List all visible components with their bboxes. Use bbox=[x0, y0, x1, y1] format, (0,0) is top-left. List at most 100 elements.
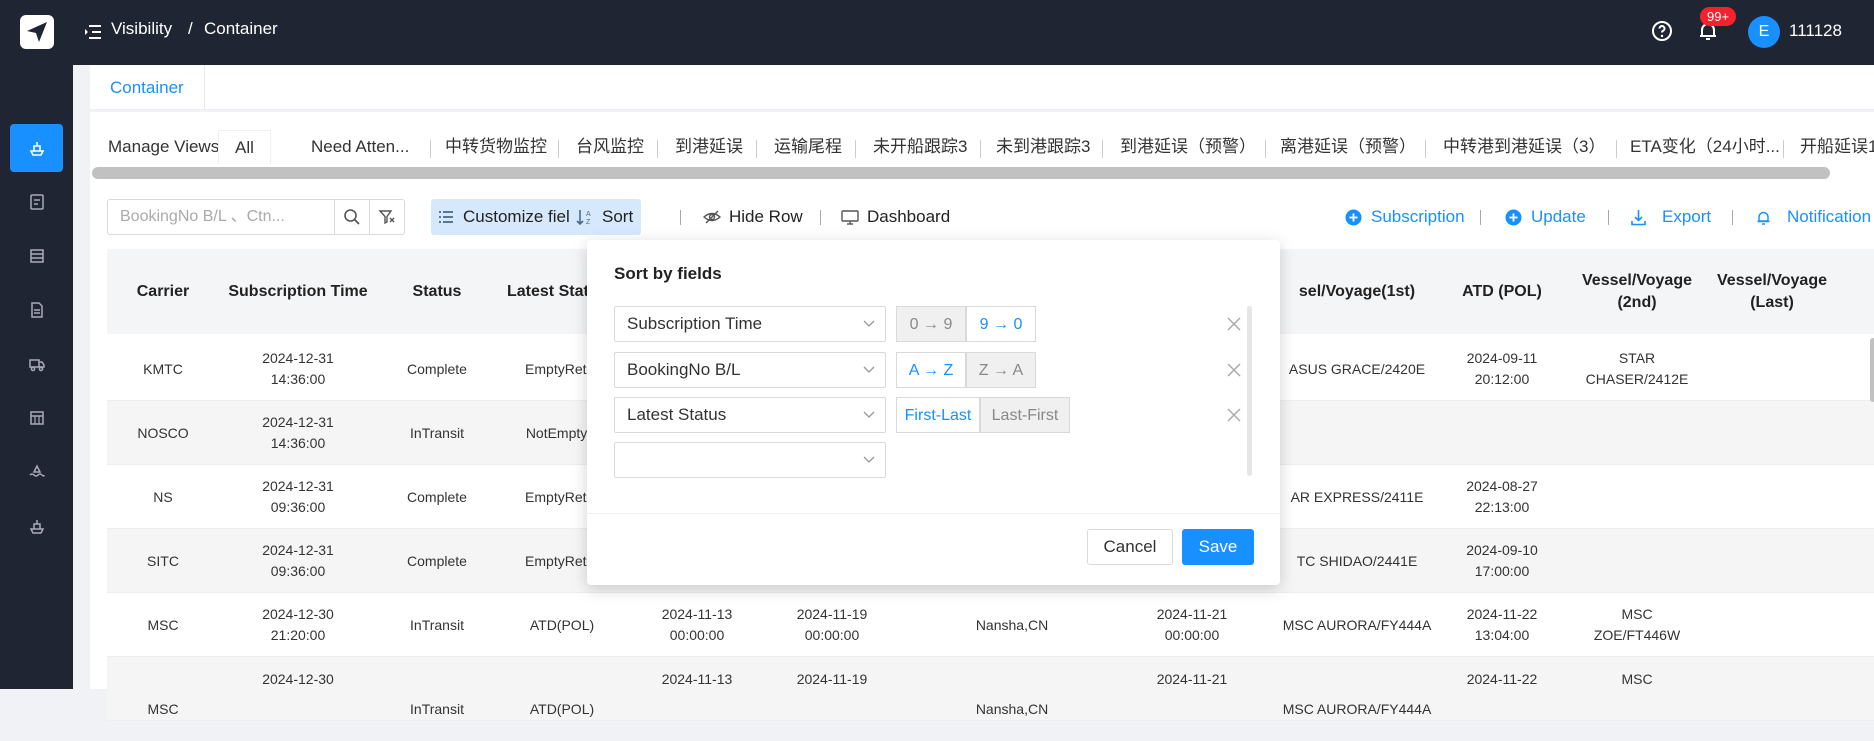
col-vessel-voyage-last[interactable]: Vessel/Voyage (Last) bbox=[1707, 249, 1837, 334]
cell-status: InTransit bbox=[410, 424, 464, 441]
close-icon[interactable] bbox=[1225, 406, 1243, 424]
col-carrier[interactable]: Carrier bbox=[107, 249, 219, 334]
sidebar-item-files[interactable] bbox=[10, 286, 63, 334]
svg-text:A: A bbox=[586, 211, 591, 218]
cancel-button[interactable]: Cancel bbox=[1087, 529, 1173, 565]
sort-asc-toggle-1[interactable]: 0 → 9 bbox=[896, 306, 966, 342]
sort-asc-toggle-2[interactable]: A → Z bbox=[896, 352, 966, 388]
col-atd-pol[interactable]: ATD (POL) bbox=[1427, 249, 1577, 334]
notification-button[interactable]: Notification bbox=[1755, 199, 1871, 235]
tab-eta-change[interactable]: ETA变化（24小时... bbox=[1630, 130, 1780, 164]
sidebar-item-truck[interactable] bbox=[10, 340, 63, 388]
update-button[interactable]: Update bbox=[1505, 199, 1586, 235]
bell-icon bbox=[1757, 211, 1770, 225]
cell-time: 20:12:00 bbox=[1474, 371, 1530, 387]
popup-scrollbar[interactable] bbox=[1247, 306, 1252, 476]
sidebar-item-list[interactable] bbox=[10, 232, 63, 280]
dashboard-button[interactable]: Dashboard bbox=[835, 199, 950, 235]
sort-desc-toggle-3[interactable]: Last-First bbox=[980, 397, 1070, 433]
subscription-button[interactable]: Subscription bbox=[1345, 199, 1465, 235]
truck-icon bbox=[29, 359, 45, 372]
chevron-down-icon bbox=[863, 366, 875, 373]
tab-transship-delay[interactable]: 中转港到港延误（3） bbox=[1443, 130, 1605, 164]
tab-departure-delay-warning[interactable]: 离港延误（预警） bbox=[1280, 130, 1416, 164]
sort-field-select-2[interactable]: BookingNo B/L bbox=[614, 352, 886, 388]
tab-last-leg[interactable]: 运输尾程 bbox=[774, 130, 842, 164]
sidebar-item-calendar[interactable] bbox=[10, 394, 63, 442]
export-button[interactable]: Export bbox=[1630, 199, 1711, 235]
sort-label: Sort bbox=[602, 207, 634, 226]
tab-not-sailed[interactable]: 未开船跟踪3 bbox=[873, 130, 967, 164]
sidebar-item-visibility[interactable] bbox=[10, 124, 63, 172]
cell-date: 2024-09-10 bbox=[1466, 542, 1538, 558]
sidebar-item-orders[interactable] bbox=[10, 178, 63, 226]
cell-vessel-1st: MSC AURORA/FY444A bbox=[1282, 700, 1432, 717]
cell-vessel-1st: TC SHIDAO/2441E bbox=[1296, 552, 1418, 569]
tab-divider bbox=[1265, 140, 1266, 158]
calendar-icon bbox=[30, 411, 44, 425]
menu-fold-icon[interactable] bbox=[82, 21, 104, 43]
plus-circle-icon bbox=[1345, 209, 1362, 226]
cell-carrier: NOSCO bbox=[137, 424, 189, 441]
filter-button[interactable] bbox=[369, 199, 405, 235]
close-icon[interactable] bbox=[1225, 361, 1243, 379]
ship-icon bbox=[29, 142, 45, 156]
tab-sailing-delay[interactable]: 开船延误1 bbox=[1800, 130, 1874, 164]
tab-need-attention[interactable]: Need Atten... bbox=[311, 130, 409, 164]
table-scrollbar[interactable] bbox=[1870, 338, 1874, 402]
sort-asc-toggle-3[interactable]: First-Last bbox=[896, 397, 980, 433]
cell-vessel-line: STAR bbox=[1618, 350, 1656, 366]
sort-desc-toggle-2[interactable]: Z → A bbox=[966, 352, 1036, 388]
sort-button[interactable]: AZ Sort bbox=[570, 199, 642, 235]
file-icon bbox=[31, 302, 43, 318]
cell-date: 2024-11-13 bbox=[661, 606, 733, 622]
save-button[interactable]: Save bbox=[1182, 529, 1254, 565]
cell-carrier: NS bbox=[153, 488, 173, 505]
avatar[interactable]: E bbox=[1748, 16, 1780, 48]
col-subscription-time[interactable]: Subscription Time bbox=[219, 249, 377, 334]
help-icon[interactable] bbox=[1650, 19, 1674, 43]
table-row[interactable]: MSC 2024-12-30 InTransit ATD(POL) 2024-1… bbox=[107, 657, 1874, 721]
cell-carrier: MSC bbox=[147, 700, 179, 717]
cell-date: 2024-12-31 bbox=[262, 542, 334, 558]
tab-divider bbox=[855, 140, 856, 158]
breadcrumb-visibility[interactable]: Visibility bbox=[111, 19, 172, 39]
cell-time: 21:20:00 bbox=[270, 627, 326, 643]
chevron-down-icon bbox=[863, 320, 875, 327]
sort-field-select-1[interactable]: Subscription Time bbox=[614, 306, 886, 342]
cell-status: InTransit bbox=[410, 700, 464, 717]
col-vessel-voyage-1st[interactable]: sel/Voyage(1st) bbox=[1272, 249, 1442, 334]
username[interactable]: 111128 bbox=[1789, 21, 1842, 41]
sidebar-item-vessel[interactable] bbox=[10, 502, 63, 550]
filter-clear-icon bbox=[378, 210, 395, 225]
subscription-label: Subscription bbox=[1371, 207, 1465, 226]
breadcrumb-separator: / bbox=[188, 19, 193, 38]
tab-typhoon-monitor[interactable]: 台风监控 bbox=[576, 130, 644, 164]
hide-row-button[interactable]: Hide Row bbox=[697, 199, 803, 235]
col-status[interactable]: Status bbox=[382, 249, 492, 334]
sidebar bbox=[0, 65, 73, 689]
search-button[interactable] bbox=[334, 199, 370, 235]
sort-desc-toggle-1[interactable]: 9 → 0 bbox=[966, 306, 1036, 342]
cell-carrier: MSC bbox=[147, 616, 179, 633]
cell-time: 00:00:00 bbox=[669, 627, 725, 643]
page-tab-container[interactable]: Container bbox=[90, 65, 205, 110]
cell-vessel-line: CHASER/2412E bbox=[1585, 371, 1689, 387]
manage-views-button[interactable]: Manage Views bbox=[108, 130, 219, 164]
tab-not-arrived[interactable]: 未到港跟踪3 bbox=[996, 130, 1090, 164]
sort-field-select-3[interactable]: Latest Status bbox=[614, 397, 886, 433]
col-vessel-voyage-2nd[interactable]: Vessel/Voyage (2nd) bbox=[1572, 249, 1702, 334]
tab-arrival-delay-warning[interactable]: 到港延误（预警） bbox=[1120, 130, 1256, 164]
search-input[interactable]: BookingNo B/L 、Ctn... bbox=[107, 199, 335, 235]
tabs-scrollbar[interactable] bbox=[92, 167, 1830, 179]
sort-field-select-4[interactable] bbox=[614, 442, 886, 478]
tab-all[interactable]: All bbox=[218, 130, 271, 164]
sidebar-item-ocean[interactable] bbox=[10, 448, 63, 496]
close-icon[interactable] bbox=[1225, 315, 1243, 333]
tab-transfer-monitor[interactable]: 中转货物监控 bbox=[445, 130, 547, 164]
tab-arrival-delay[interactable]: 到港延误 bbox=[675, 130, 743, 164]
cell-date-col: 2024-11-13 bbox=[661, 670, 733, 687]
cell-time: 00:00:00 bbox=[1164, 627, 1220, 643]
app-logo[interactable] bbox=[20, 15, 54, 49]
customize-field-button[interactable]: Customize field bbox=[431, 199, 588, 235]
